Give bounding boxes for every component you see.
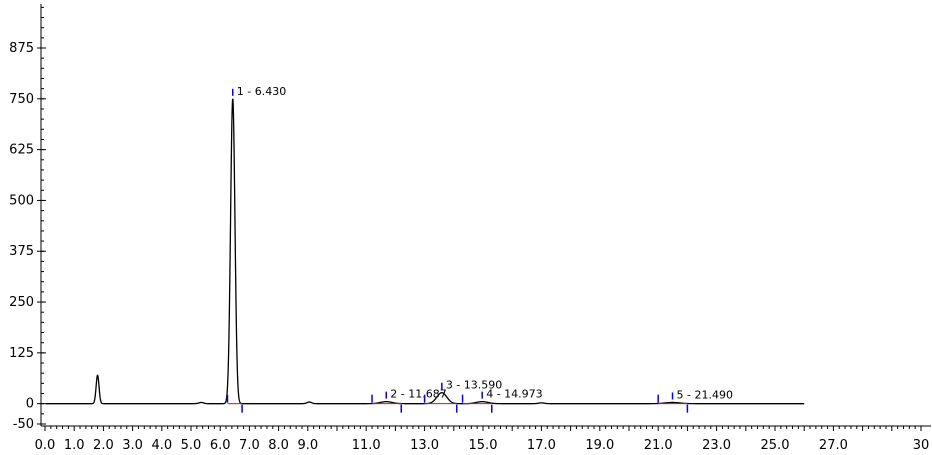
chromatogram-trace bbox=[45, 98, 805, 405]
y-tick-label: 875 bbox=[9, 41, 34, 56]
x-tick-label: 2.0 bbox=[93, 438, 114, 453]
peak-label: 5 - 21.490 bbox=[677, 388, 733, 401]
x-tick-label: 3.0 bbox=[122, 438, 143, 453]
x-tick-label: 30 bbox=[913, 438, 930, 453]
y-tick-label: 625 bbox=[9, 143, 34, 158]
plot-area: -50 0 125 250 375 500 625 750 875 0.0 1.0 2.0 3.0 4.0… bbox=[9, 4, 931, 453]
x-tick-label: 9.0 bbox=[297, 438, 318, 453]
x-tick-label: 15.0 bbox=[469, 438, 498, 453]
x-tick-label: 7.0 bbox=[239, 438, 260, 453]
y-tick-label: -50 bbox=[13, 417, 34, 432]
x-tick-label: 21.0 bbox=[644, 438, 673, 453]
x-tick-label: 6.0 bbox=[210, 438, 231, 453]
x-tick-label: 19.0 bbox=[585, 438, 614, 453]
y-tick-label: 500 bbox=[9, 193, 34, 208]
x-tick-label: 13.0 bbox=[410, 438, 439, 453]
y-tick-label: 750 bbox=[9, 92, 34, 107]
peak-label: 2 - 11.687 bbox=[390, 388, 446, 401]
x-tick-label: 27.0 bbox=[819, 438, 848, 453]
peak-label: 1 - 6.430 bbox=[237, 85, 286, 98]
x-tick-label: 0.0 bbox=[35, 438, 56, 453]
peak-label: 4 - 14.973 bbox=[486, 388, 542, 401]
x-tick-label: 23.0 bbox=[702, 438, 731, 453]
y-tick-label: 125 bbox=[9, 346, 34, 361]
x-tick-label: 5.0 bbox=[181, 438, 202, 453]
x-tick-label: 11.0 bbox=[352, 438, 381, 453]
x-tick-label: 1.0 bbox=[64, 438, 85, 453]
y-tick-label: 250 bbox=[9, 295, 34, 310]
x-tick-label: 8.0 bbox=[268, 438, 289, 453]
y-tick-label: 375 bbox=[9, 244, 34, 259]
chromatogram-chart: -50 0 125 250 375 500 625 750 875 0.0 1.0 2.0 3.0 4.0… bbox=[9, 4, 931, 453]
x-tick-label: 17.0 bbox=[527, 438, 556, 453]
x-tick-label: 25.0 bbox=[761, 438, 790, 453]
x-tick-label: 4.0 bbox=[151, 438, 172, 453]
y-tick-label: 0 bbox=[26, 397, 34, 412]
